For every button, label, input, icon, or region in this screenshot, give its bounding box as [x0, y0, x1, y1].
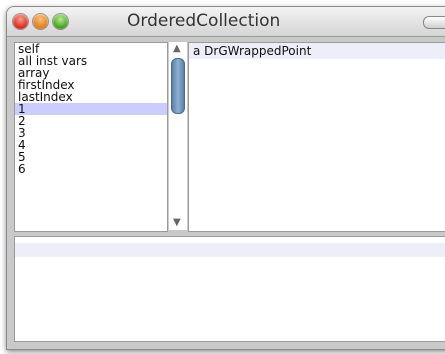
title-bar[interactable]: OrderedCollection — [7, 7, 445, 37]
code-pane[interactable] — [14, 236, 445, 342]
value-pane[interactable]: a DrGWrappedPoint — [188, 42, 445, 232]
minimize-button-icon[interactable] — [33, 14, 48, 29]
scrollbar-thumb[interactable] — [171, 58, 185, 114]
field-list-item[interactable]: 2 — [15, 115, 167, 127]
scroll-up-arrow-icon[interactable]: ▲ — [173, 44, 181, 54]
window-title: OrderedCollection — [127, 11, 281, 31]
close-button-icon[interactable] — [13, 14, 28, 29]
field-list-item[interactable]: 6 — [15, 163, 167, 175]
field-list-item[interactable]: 1 — [15, 103, 167, 115]
code-input-line[interactable] — [15, 243, 445, 257]
toolbar-toggle-icon[interactable] — [423, 16, 445, 29]
value-text: a DrGWrappedPoint — [189, 43, 445, 59]
field-list-item[interactable]: 3 — [15, 127, 167, 139]
field-list-items: self all inst vars array firstIndex lastInde… — [15, 43, 167, 175]
field-list-item[interactable]: lastIndex — [15, 91, 167, 103]
field-list-scrollbar[interactable]: ▲ ▼ — [168, 42, 187, 230]
field-list-item[interactable]: 5 — [15, 151, 167, 163]
field-list[interactable]: self all inst vars array firstIndex lastInde… — [14, 42, 168, 232]
scroll-down-arrow-icon[interactable]: ▼ — [173, 218, 181, 228]
field-list-item[interactable]: 4 — [15, 139, 167, 151]
zoom-button-icon[interactable] — [53, 14, 68, 29]
